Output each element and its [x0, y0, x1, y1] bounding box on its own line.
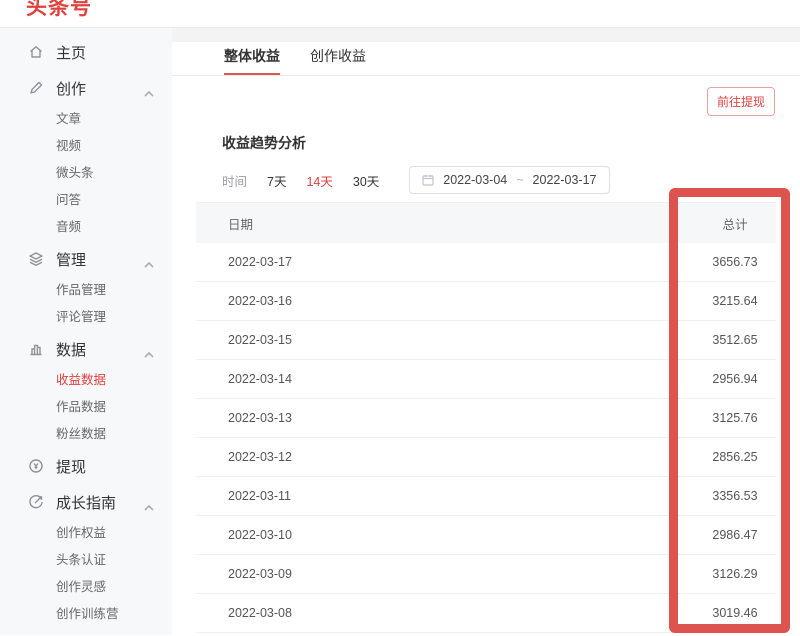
range-option-30d[interactable]: 30天: [353, 171, 379, 190]
cell-total: 3215.64: [694, 294, 776, 308]
coin-icon: [28, 458, 44, 474]
sidebar-item-comments-management[interactable]: 评论管理: [0, 304, 172, 331]
cell-total: 3126.29: [694, 567, 776, 581]
cell-date: 2022-03-12: [196, 450, 694, 464]
table-row: 2022-03-11 3356.53: [196, 477, 776, 516]
date-end: 2022-03-17: [533, 173, 597, 187]
sidebar-item-label: 数据: [56, 339, 86, 360]
table-row: 2022-03-09 3126.29: [196, 555, 776, 594]
sidebar-item-toutiao-certification[interactable]: 头条认证: [0, 547, 172, 574]
sidebar-item-creation-camp[interactable]: 创作训练营: [0, 601, 172, 628]
cell-date: 2022-03-14: [196, 372, 694, 386]
go-withdraw-button[interactable]: 前往提现: [707, 87, 775, 116]
cell-total: 3125.76: [694, 411, 776, 425]
cell-date: 2022-03-16: [196, 294, 694, 308]
content-card: 整体收益 创作收益 前往提现 收益趋势分析 时间 7天 14天 30天 2022…: [172, 42, 800, 635]
table-row: 2022-03-12 2856.25: [196, 438, 776, 477]
pencil-icon: [28, 80, 44, 96]
cell-date: 2022-03-15: [196, 333, 694, 347]
sidebar-item-label: 成长指南: [56, 492, 116, 513]
table-header: 日期 总计: [196, 203, 776, 243]
sidebar-item-creation-inspiration[interactable]: 创作灵感: [0, 574, 172, 601]
sidebar-item-growth-guide[interactable]: 成长指南: [0, 484, 172, 520]
range-option-14d[interactable]: 14天: [306, 171, 332, 190]
toolbar: 前往提现: [172, 76, 800, 113]
sidebar-item-label: 创作: [56, 78, 86, 99]
tab-overall-income[interactable]: 整体收益: [224, 41, 280, 75]
cell-total: 3019.46: [694, 606, 776, 620]
cell-total: 3512.65: [694, 333, 776, 347]
sidebar-item-works-data[interactable]: 作品数据: [0, 394, 172, 421]
table-row: 2022-03-15 3512.65: [196, 321, 776, 360]
bar-chart-icon: [28, 341, 44, 357]
layers-icon: [28, 251, 44, 267]
sidebar-item-data[interactable]: 数据: [0, 331, 172, 367]
chevron-up-icon: [144, 255, 154, 272]
cell-total: 3356.53: [694, 489, 776, 503]
time-filter-label: 时间: [222, 171, 247, 190]
cell-date: 2022-03-09: [196, 567, 694, 581]
chevron-up-icon: [144, 84, 154, 101]
sidebar-item-audio[interactable]: 音频: [0, 214, 172, 241]
tab-creation-income[interactable]: 创作收益: [310, 41, 366, 75]
sidebar-item-video[interactable]: 视频: [0, 133, 172, 160]
column-header-total: 总计: [694, 214, 776, 233]
sidebar-item-home[interactable]: 主页: [0, 34, 172, 70]
section-title: 收益趋势分析: [222, 133, 800, 153]
sidebar-item-article[interactable]: 文章: [0, 106, 172, 133]
compass-icon: [28, 494, 44, 510]
cell-date: 2022-03-17: [196, 255, 694, 269]
chevron-up-icon: [144, 345, 154, 362]
table-row: 2022-03-17 3656.73: [196, 243, 776, 282]
cell-date: 2022-03-11: [196, 489, 694, 503]
tab-bar: 整体收益 创作收益: [172, 42, 800, 76]
column-header-date: 日期: [196, 214, 694, 233]
calendar-icon: [422, 174, 434, 186]
main-area: 整体收益 创作收益 前往提现 收益趋势分析 时间 7天 14天 30天 2022…: [172, 28, 800, 635]
table-row: 2022-03-16 3215.64: [196, 282, 776, 321]
chevron-up-icon: [144, 498, 154, 515]
sidebar-item-management[interactable]: 管理: [0, 241, 172, 277]
sidebar-item-fans-data[interactable]: 粉丝数据: [0, 421, 172, 448]
range-option-7d[interactable]: 7天: [267, 171, 286, 190]
date-separator: ~: [516, 173, 523, 187]
cell-total: 3656.73: [694, 255, 776, 269]
sidebar-item-creation[interactable]: 创作: [0, 70, 172, 106]
table-row: 2022-03-10 2986.47: [196, 516, 776, 555]
brand-logo[interactable]: 头条号: [26, 0, 92, 21]
date-start: 2022-03-04: [443, 173, 507, 187]
cell-date: 2022-03-10: [196, 528, 694, 542]
cell-date: 2022-03-08: [196, 606, 694, 620]
cell-total: 2956.94: [694, 372, 776, 386]
table-row: 2022-03-08 3019.46: [196, 594, 776, 633]
cell-date: 2022-03-13: [196, 411, 694, 425]
cell-total: 2986.47: [694, 528, 776, 542]
cell-total: 2856.25: [694, 450, 776, 464]
sidebar-item-income-data[interactable]: 收益数据: [0, 367, 172, 394]
date-range-picker[interactable]: 2022-03-04 ~ 2022-03-17: [409, 166, 609, 194]
sidebar-item-works-management[interactable]: 作品管理: [0, 277, 172, 304]
sidebar-item-creation-rights[interactable]: 创作权益: [0, 520, 172, 547]
table-row: 2022-03-14 2956.94: [196, 360, 776, 399]
home-icon: [28, 44, 44, 60]
time-filter: 时间 7天 14天 30天 2022-03-04 ~ 2022-03-17: [222, 166, 800, 194]
sidebar-item-label: 提现: [56, 456, 86, 477]
sidebar: 主页 创作 文章 视频 微头条 问答 音频 管理 作品管理 评论管理: [0, 28, 172, 635]
sidebar-item-label: 管理: [56, 249, 86, 270]
sidebar-item-withdraw[interactable]: 提现: [0, 448, 172, 484]
earnings-table: 日期 总计 2022-03-17 3656.73 2022-03-16 3215…: [196, 202, 776, 633]
sidebar-item-label: 主页: [56, 42, 86, 63]
table-row: 2022-03-13 3125.76: [196, 399, 776, 438]
sidebar-item-qa[interactable]: 问答: [0, 187, 172, 214]
topbar: 头条号: [0, 0, 800, 28]
sidebar-item-micro-headline[interactable]: 微头条: [0, 160, 172, 187]
